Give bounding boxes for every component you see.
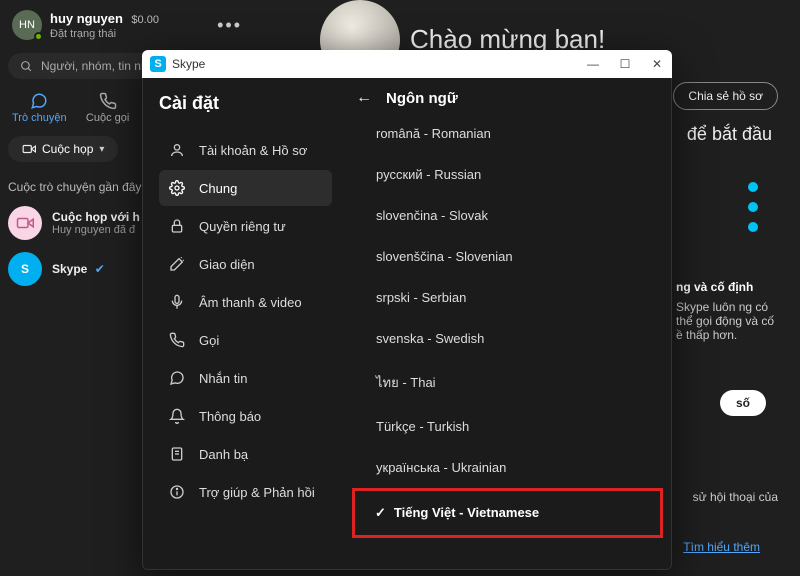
phone-icon — [99, 92, 117, 110]
minimize-button[interactable]: ― — [586, 57, 600, 71]
tab-chats-label: Trò chuyện — [12, 112, 67, 124]
skype-avatar: S — [8, 252, 42, 286]
close-button[interactable]: ✕ — [650, 57, 664, 71]
meeting-label: Cuộc họp — [42, 142, 93, 156]
more-menu-button[interactable]: ••• — [211, 15, 248, 36]
settings-label: Giao diện — [199, 257, 255, 272]
settings-item-audio-video[interactable]: Âm thanh & video — [159, 284, 332, 320]
settings-label: Nhắn tin — [199, 371, 247, 386]
chat-icon — [30, 92, 48, 110]
meeting-avatar — [8, 206, 42, 240]
settings-item-messaging[interactable]: Nhắn tin — [159, 360, 332, 396]
settings-label: Âm thanh & video — [199, 295, 302, 310]
profile-status[interactable]: Đặt trạng thái — [50, 28, 159, 40]
window-titlebar: S Skype ― ☐ ✕ — [142, 50, 672, 78]
chat-item-title: Cuộc họp với h — [52, 210, 140, 224]
settings-item-privacy[interactable]: Quyền riêng tư — [159, 208, 332, 244]
maximize-button[interactable]: ☐ — [618, 57, 632, 71]
skype-logo-icon: S — [150, 56, 166, 72]
language-option-romanian[interactable]: română - Romanian — [356, 113, 659, 154]
avatar-initials: HN — [19, 19, 35, 31]
info-icon — [169, 484, 187, 500]
phone-icon — [169, 332, 187, 348]
contacts-icon — [169, 446, 187, 462]
chat-item-sub: Huy nguyen đã đ — [52, 224, 140, 236]
share-profile-button[interactable]: Chia sẻ hồ sơ — [673, 82, 778, 110]
settings-dialog: Cài đặt Tài khoản & Hồ sơ Chung Quyền ri… — [142, 50, 672, 570]
learn-more-link[interactable]: Tìm hiểu thêm — [683, 540, 760, 554]
meeting-button[interactable]: Cuộc họp ▾ — [8, 136, 118, 162]
message-icon — [169, 370, 187, 386]
settings-label: Thông báo — [199, 409, 261, 424]
settings-label: Quyền riêng tư — [199, 219, 286, 234]
language-option-thai[interactable]: ไทย - Thai — [356, 359, 659, 406]
language-option-slovenian[interactable]: slovenščina - Slovenian — [356, 236, 659, 277]
language-option-vietnamese[interactable]: ✓ Tiếng Việt - Vietnamese — [352, 488, 663, 538]
language-option-serbian[interactable]: srpski - Serbian — [356, 277, 659, 318]
language-option-turkish[interactable]: Türkçe - Turkish — [356, 406, 659, 447]
gear-icon — [169, 180, 187, 196]
settings-item-help[interactable]: Trợ giúp & Phản hồi — [159, 474, 332, 510]
chevron-down-icon: ▾ — [99, 144, 104, 155]
settings-label: Chung — [199, 181, 237, 196]
window-title: Skype — [172, 57, 205, 71]
carousel-dots — [748, 182, 758, 242]
language-option-slovak[interactable]: slovenčina - Slovak — [356, 195, 659, 236]
language-option-russian[interactable]: русский - Russian — [356, 154, 659, 195]
language-option-ukrainian[interactable]: українська - Ukrainian — [356, 447, 659, 488]
language-option-label: Tiếng Việt - Vietnamese — [394, 505, 539, 520]
presence-dot — [34, 32, 43, 41]
video-icon — [22, 142, 36, 156]
feature-text: Skype luôn ng có thể gọi động và cố ề th… — [676, 300, 776, 342]
feature-title: ng và cố định — [676, 280, 776, 294]
tab-chats[interactable]: Trò chuyện — [12, 92, 67, 124]
start-text: để bắt đầu — [687, 124, 772, 145]
settings-item-account[interactable]: Tài khoản & Hồ sơ — [159, 132, 332, 168]
settings-heading: Cài đặt — [159, 93, 332, 114]
settings-item-calling[interactable]: Gọi — [159, 322, 332, 358]
language-option-swedish[interactable]: svenska - Swedish — [356, 318, 659, 359]
search-icon — [20, 60, 33, 73]
person-icon — [169, 142, 187, 158]
history-text: sử hội thoại của — [693, 490, 778, 504]
language-pane-title: Ngôn ngữ — [386, 90, 458, 107]
lock-icon — [169, 218, 187, 234]
tab-calls-label: Cuộc gọi — [86, 112, 129, 124]
settings-label: Trợ giúp & Phản hồi — [199, 485, 315, 500]
back-button[interactable]: ← — [356, 89, 372, 107]
verified-icon: ✔ — [95, 262, 105, 276]
settings-label: Danh bạ — [199, 447, 248, 462]
settings-item-appearance[interactable]: Giao diện — [159, 246, 332, 282]
avatar[interactable]: HN — [12, 10, 42, 40]
profile-name: huy nguyen — [50, 11, 123, 26]
tab-calls[interactable]: Cuộc gọi — [81, 92, 135, 124]
bell-icon — [169, 408, 187, 424]
settings-item-contacts[interactable]: Danh bạ — [159, 436, 332, 472]
chat-item-title: Skype — [52, 262, 87, 276]
settings-label: Tài khoản & Hồ sơ — [199, 143, 307, 158]
check-icon: ✓ — [375, 505, 386, 520]
mic-icon — [169, 294, 187, 310]
profile-balance: $0.00 — [131, 14, 159, 26]
wand-icon — [169, 256, 187, 272]
settings-label: Gọi — [199, 333, 219, 348]
settings-item-general[interactable]: Chung — [159, 170, 332, 206]
number-button[interactable]: số — [720, 390, 766, 416]
settings-item-notifications[interactable]: Thông báo — [159, 398, 332, 434]
